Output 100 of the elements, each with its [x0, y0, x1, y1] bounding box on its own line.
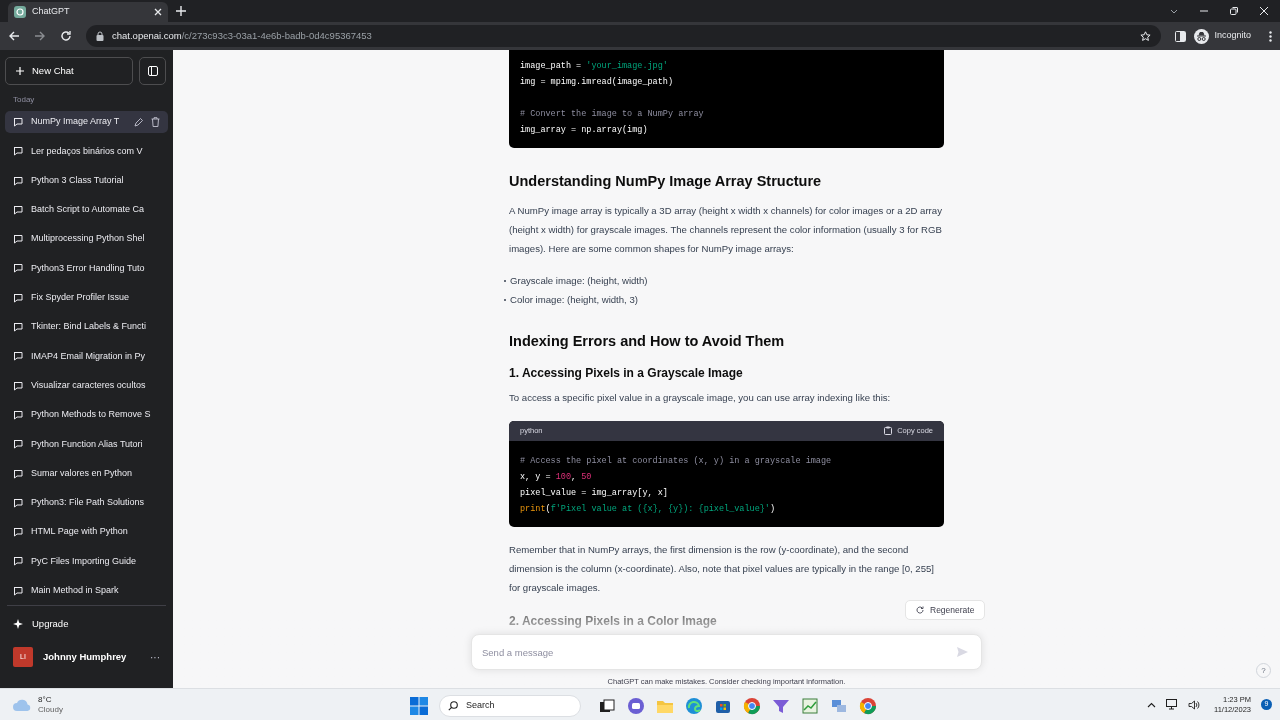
chat-bubble-icon — [13, 175, 23, 186]
chat-item[interactable]: Multiprocessing Python Shel — [5, 228, 168, 251]
section-heading: Indexing Errors and How to Avoid Them — [509, 331, 786, 351]
chat-logo-icon — [14, 6, 26, 18]
start-icon[interactable] — [410, 697, 428, 715]
chat-item[interactable]: Fix Spyder Profiler Issue — [5, 286, 168, 309]
chat-item[interactable]: Ler pedaços binários com V — [5, 140, 168, 163]
chat-bubble-icon — [13, 527, 23, 538]
user-name: Johnny Humphrey — [43, 649, 127, 664]
incognito-icon — [1194, 28, 1210, 44]
toggle-sidebar-button[interactable] — [139, 57, 166, 85]
list-item-text: Grayscale image: (height, width) — [510, 274, 648, 288]
chat-bubble-icon — [13, 322, 23, 333]
code-line: img = mpimg.imread(image_path) — [520, 76, 674, 89]
reload-icon[interactable] — [60, 30, 72, 42]
search-icon — [448, 701, 458, 711]
code-line: # Access the pixel at coordinates (x, y) in a grayscale image — [520, 454, 832, 468]
browser-wave-icon[interactable] — [685, 697, 703, 715]
list-item-text: Color image: (height, width, 3) — [510, 293, 638, 307]
chart-app-icon[interactable] — [801, 697, 819, 715]
more-menu-icon[interactable] — [1269, 30, 1272, 42]
chat-item[interactable]: IMAP4 Email Migration in Py — [5, 345, 168, 368]
new-chat-button[interactable]: New Chat — [5, 57, 133, 85]
chat-bubble-icon — [13, 234, 23, 245]
chat-bubble-icon — [13, 204, 23, 215]
weather-widget[interactable]: 8°C Cloudy — [12, 694, 63, 715]
temperature-text: 8°C — [38, 694, 53, 705]
upgrade-link[interactable]: Upgrade — [5, 610, 168, 639]
clipboard-icon — [884, 426, 893, 435]
chat-item[interactable]: Python3 Error Handling Tuto — [5, 257, 168, 280]
chat-bubble-icon — [13, 292, 23, 303]
regenerate-button[interactable]: Regenerate — [905, 600, 986, 620]
chat-bubble-icon — [13, 585, 23, 596]
chat-bubble-icon — [13, 146, 23, 157]
chat-bubble-icon — [13, 351, 23, 362]
star-icon[interactable] — [1140, 30, 1152, 42]
network-icon[interactable] — [1166, 699, 1178, 710]
restore-icon[interactable] — [1230, 7, 1238, 15]
code-line: print(f'Pixel value at ({x}, {y}): {pixel_value}') — [520, 502, 776, 516]
code-line: img_array = np.array(img) — [520, 124, 648, 137]
sidebar-icon — [147, 66, 158, 76]
browser-circle-icon[interactable] — [859, 697, 877, 715]
network-app-icon[interactable] — [830, 697, 848, 715]
chat-item[interactable]: PyC Files Importing Guide — [5, 550, 168, 573]
chat-item[interactable]: Main Method in Spark — [5, 579, 168, 602]
chat-bubble-icon — [13, 263, 23, 274]
new-tab-icon[interactable] — [176, 6, 186, 16]
code-line: image_path = 'your_image.jpg' — [520, 60, 668, 73]
chat-app-icon[interactable] — [627, 697, 645, 715]
task-view-icon[interactable] — [598, 697, 616, 715]
chat-bubble-icon — [13, 556, 23, 567]
section-label: Today — [12, 94, 36, 106]
subsection-heading: 1. Accessing Pixels in a Grayscale Image — [509, 364, 744, 382]
section-heading: Understanding NumPy Image Array Structure — [509, 172, 823, 191]
chat-item[interactable]: Sumar valores en Python — [5, 462, 168, 485]
incognito-button[interactable]: Incognito — [1194, 26, 1259, 46]
chat-item[interactable]: Python 3 Class Tutorial — [5, 169, 168, 192]
back-icon[interactable] — [8, 30, 20, 42]
close-icon[interactable] — [1260, 7, 1268, 15]
chat-bubble-icon — [13, 439, 23, 450]
trash-icon[interactable] — [151, 117, 160, 127]
weather-condition: Cloudy — [38, 704, 63, 715]
cloud-icon — [12, 698, 32, 711]
address-bar[interactable]: chat.openai.com/c/273c93c3-03a1-4e6b-badb-0d4c95367453 — [86, 25, 1162, 47]
url-text: chat.openai.com/c/273c93c3-03a1-4e6b-badb-0d4c95367453 — [112, 28, 372, 43]
taskbar-search[interactable]: Search — [439, 695, 581, 717]
code-line: pixel_value = img_array[y, x] — [520, 486, 668, 500]
sparkle-icon — [13, 619, 23, 630]
browser-tab[interactable]: ChatGPT — [8, 2, 168, 22]
lock-icon — [96, 31, 104, 41]
speaker-icon[interactable] — [1188, 699, 1200, 710]
chat-item[interactable]: Python Methods to Remove S — [5, 403, 168, 426]
chat-bubble-icon — [13, 409, 23, 420]
funnel-icon[interactable] — [772, 697, 790, 715]
chat-item[interactable]: Visualizar caracteres ocultos — [5, 374, 168, 397]
chat-bubble-icon — [13, 380, 23, 391]
chat-bubble-icon — [13, 468, 23, 479]
side-panel-icon[interactable] — [1175, 30, 1187, 42]
chat-bubble-icon — [13, 117, 23, 127]
more-button[interactable]: ··· — [150, 649, 160, 665]
chat-item[interactable]: NumPy Image Array T — [5, 111, 168, 133]
chat-item[interactable]: Batch Script to Automate Ca — [5, 198, 168, 221]
chat-item[interactable]: Tkinter: Bind Labels & Functi — [5, 316, 168, 339]
forward-icon[interactable] — [34, 30, 46, 42]
paragraph: A NumPy image array is typically a 3D array (height x width x channels) for color images or a 2D array (height x width) for grayscale images. The channels represent the color information (usually 3 for RGB images). Here are some common shapes for NumPy image arrays: — [509, 204, 943, 256]
browser-circle-icon[interactable] — [743, 697, 761, 715]
close-icon — [154, 8, 162, 16]
edit-icon[interactable] — [134, 117, 143, 127]
chat-item[interactable]: Python3: File Path Solutions — [5, 491, 168, 514]
plus-icon — [16, 67, 24, 75]
code-line: x, y = 100, 50 — [520, 470, 592, 484]
paragraph: To access a specific pixel value in a grayscale image, you can use array indexing like this: — [509, 391, 892, 405]
chevron-up-icon[interactable] — [1147, 701, 1156, 708]
chat-item[interactable]: Python Function Alias Tutori — [5, 433, 168, 456]
chat-item[interactable]: HTML Page with Python — [5, 521, 168, 544]
chevron-down-icon[interactable] — [1170, 8, 1178, 14]
paragraph: Remember that in NumPy arrays, the first dimension is the row (y-coordinate), and the second dimension is the column (x-coordinate). Also, note that pixel values are typically in the range [0, 255] for grayscale images. — [509, 543, 936, 595]
message-input[interactable]: Send a message — [471, 634, 982, 670]
code-line: # Convert the image to a NumPy array — [520, 108, 704, 121]
chat-bubble-icon — [13, 497, 23, 508]
